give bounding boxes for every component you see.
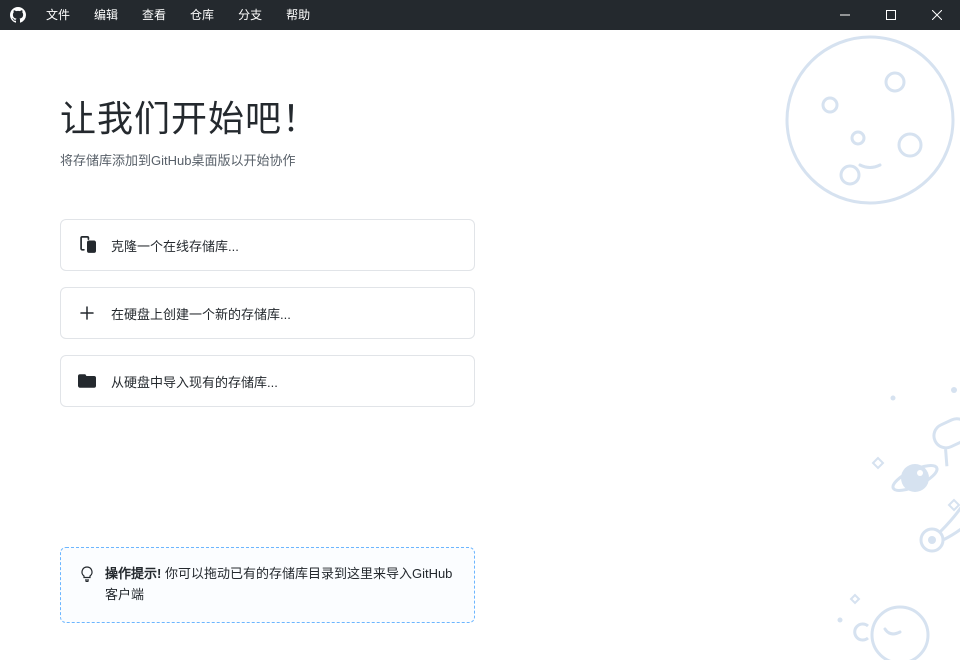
add-repo-button[interactable]: 从硬盘中导入现有的存储库... [60, 355, 475, 407]
clone-repo-button[interactable]: 克隆一个在线存储库... [60, 219, 475, 271]
menu-file[interactable]: 文件 [36, 0, 80, 30]
titlebar: 文件 编辑 查看 仓库 分支 帮助 [0, 0, 960, 30]
menu-repository[interactable]: 仓库 [180, 0, 224, 30]
action-label: 从硬盘中导入现有的存储库... [111, 372, 278, 391]
plus-icon [77, 305, 97, 321]
window-controls [822, 0, 960, 30]
clone-icon [77, 236, 97, 254]
lightbulb-icon [79, 566, 95, 589]
menu-bar: 文件 编辑 查看 仓库 分支 帮助 [36, 0, 320, 30]
close-button[interactable] [914, 0, 960, 30]
tip-box: 操作提示! 你可以拖动已有的存储库目录到这里来导入GitHub客户端 [60, 547, 475, 623]
minimize-button[interactable] [822, 0, 868, 30]
action-label: 在硬盘上创建一个新的存储库... [111, 304, 291, 323]
action-list: 克隆一个在线存储库... 在硬盘上创建一个新的存储库... 从硬盘中导入现有的存… [60, 219, 475, 407]
create-repo-button[interactable]: 在硬盘上创建一个新的存储库... [60, 287, 475, 339]
page-subtitle: 将存储库添加到GitHub桌面版以开始协作 [60, 150, 960, 169]
github-logo-icon [10, 7, 26, 23]
menu-help[interactable]: 帮助 [276, 0, 320, 30]
tip-label: 操作提示! [105, 566, 161, 581]
action-label: 克隆一个在线存储库... [111, 236, 239, 255]
page-title: 让我们开始吧！ [60, 90, 960, 142]
tip-text-wrapper: 操作提示! 你可以拖动已有的存储库目录到这里来导入GitHub客户端 [105, 564, 456, 606]
menu-branch[interactable]: 分支 [228, 0, 272, 30]
folder-icon [77, 373, 97, 389]
menu-view[interactable]: 查看 [132, 0, 176, 30]
maximize-button[interactable] [868, 0, 914, 30]
menu-edit[interactable]: 编辑 [84, 0, 128, 30]
welcome-content: 让我们开始吧！ 将存储库添加到GitHub桌面版以开始协作 克隆一个在线存储库.… [0, 30, 960, 623]
